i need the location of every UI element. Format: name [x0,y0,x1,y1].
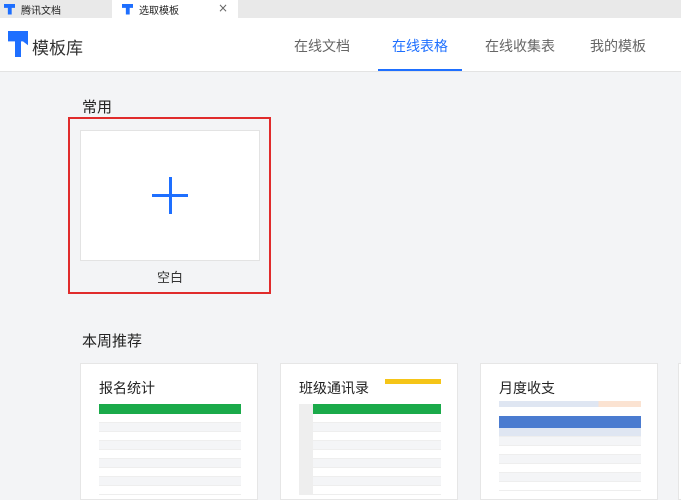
logo-icon [8,31,28,57]
section-title-common: 常用 [82,98,113,116]
card-title: 报名统计 [99,381,155,397]
template-card-monthly-budget[interactable]: 月度收支 [480,363,658,500]
brand-title: 模板库 [32,39,83,59]
active-nav-indicator [378,69,462,71]
nav-online-sheets[interactable]: 在线表格 [392,36,448,56]
legend-preview [385,379,441,384]
nav-online-forms[interactable]: 在线收集表 [485,36,555,56]
tencent-docs-icon [122,3,133,15]
tab-label: 选取模板 [139,5,179,17]
tencent-docs-icon [4,3,15,15]
nav-my-templates[interactable]: 我的模板 [590,36,646,56]
template-card-registration[interactable]: 报名统计 [80,363,258,500]
close-tab-icon[interactable]: × [218,1,228,15]
template-card-class-contacts[interactable]: 班级通讯录 [280,363,458,500]
card-title: 月度收支 [499,381,555,397]
sheet-preview [499,416,641,491]
nav-online-docs[interactable]: 在线文档 [294,36,350,56]
summary-preview [499,401,641,407]
header: 模板库 在线文档 在线表格 在线收集表 我的模板 [0,18,681,72]
sheet-preview [99,404,241,495]
browser-tab-bar: 腾讯文档 选取模板 × [0,0,681,18]
card-title: 班级通讯录 [299,381,369,397]
tab-tencent-docs[interactable]: 腾讯文档 [0,0,110,18]
sheet-preview [299,404,441,495]
selection-highlight [68,117,271,294]
tab-label: 腾讯文档 [21,5,61,17]
section-title-weekly: 本周推荐 [82,332,143,350]
